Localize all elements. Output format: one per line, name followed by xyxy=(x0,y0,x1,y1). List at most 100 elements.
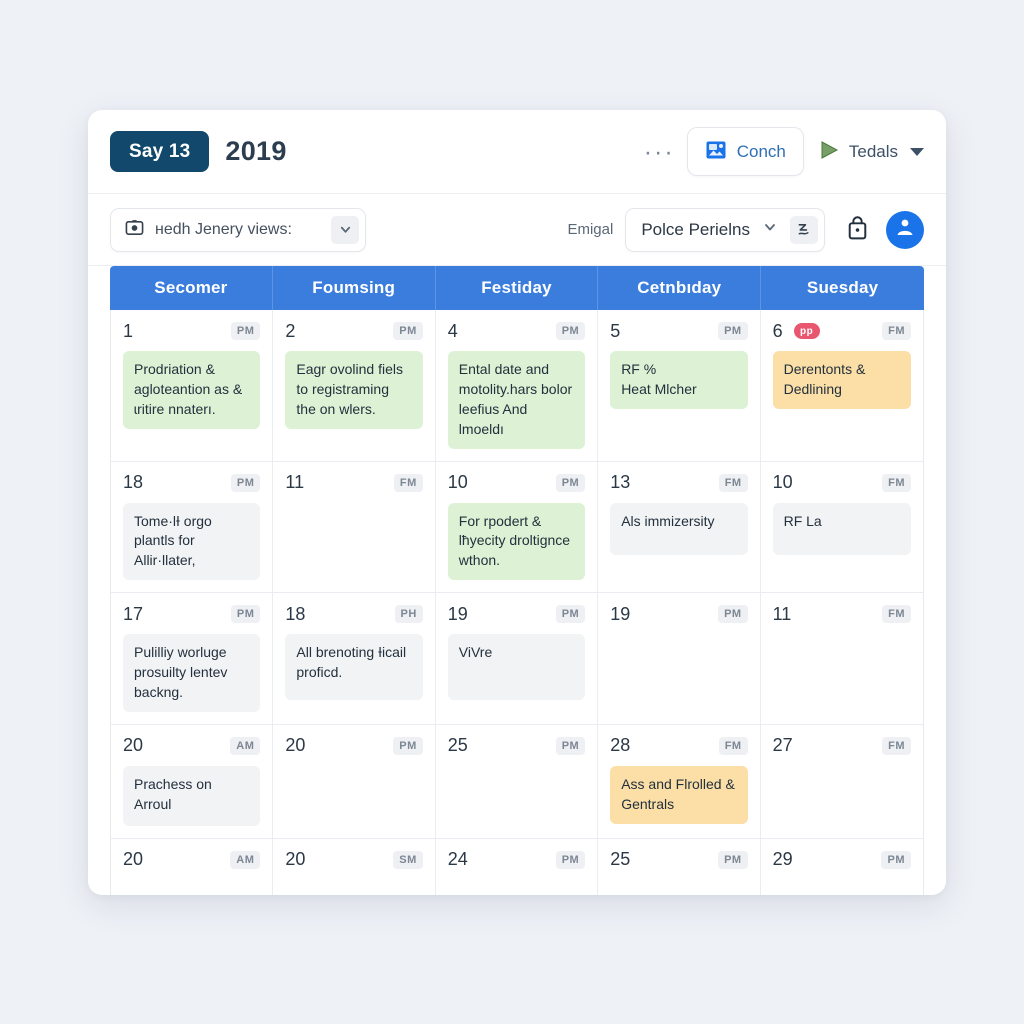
day-cell-header: 20 AM xyxy=(123,849,261,871)
event-chip[interactable]: Derentonts & Dedlining xyxy=(772,351,911,409)
event-chip[interactable]: Pulilliy worluge prosuilty lentev backng… xyxy=(123,634,261,712)
day-number: 2 xyxy=(285,320,296,341)
day-cell[interactable]: 5 PM RF % Heat Mlcher xyxy=(598,310,761,461)
day-cell[interactable]: 10 FM RF La xyxy=(760,461,923,593)
conch-button-label: Conch xyxy=(736,141,786,161)
more-options-icon[interactable]: ··· xyxy=(632,139,687,164)
day-number: 24 xyxy=(447,849,468,870)
event-chip[interactable]: Als immizersity xyxy=(610,502,748,555)
day-cell[interactable]: 1 PM Prodriation & agloteantion as & ɩri… xyxy=(111,310,274,461)
column-header-4[interactable]: Suesday xyxy=(761,266,924,310)
day-cell[interactable]: 19 PM ViVre xyxy=(435,593,599,724)
ampm-badge: PM xyxy=(230,473,261,492)
year-label: 2019 xyxy=(225,136,287,166)
image-card-icon xyxy=(705,139,727,164)
day-number: 20 xyxy=(123,735,144,756)
day-cell[interactable]: 10 PM For rpodert & lħyecity droltignce … xyxy=(435,461,599,593)
ampm-badge: PM xyxy=(555,736,586,755)
day-cell-header: 25 PM xyxy=(448,735,586,757)
user-avatar[interactable] xyxy=(886,210,924,249)
day-cell[interactable]: 4 PM Ental date and motolity.hars bolor … xyxy=(435,310,599,461)
day-cell[interactable]: 19 PM xyxy=(598,593,761,724)
event-chip[interactable]: Ass and Flrolled & Gentrals xyxy=(610,765,748,824)
day-number: 17 xyxy=(123,603,144,624)
ampm-badge: FM xyxy=(882,736,911,755)
day-number: 10 xyxy=(772,472,793,492)
day-number: 19 xyxy=(610,603,631,624)
ampm-badge: FM xyxy=(882,322,911,340)
day-number: 19 xyxy=(447,603,468,624)
calendar-app-card: Say 13 2019 ··· Conch Tedals нedh Jenery… xyxy=(88,110,946,895)
day-cell-header: 4 PM xyxy=(448,320,586,342)
day-cell[interactable]: 11 FM xyxy=(273,461,436,593)
day-cell[interactable]: 18 PM Tome·lƗ orgo plantls for Allir·lla… xyxy=(111,461,274,593)
event-chip[interactable]: Ental date and motolity.hars bolor leefi… xyxy=(447,351,586,449)
column-header-0[interactable]: Secomer xyxy=(110,266,273,310)
event-chip[interactable]: ViVre xyxy=(447,634,586,701)
calendar-header-row: Secomer Foumsing Festiday Cetnbıday Sues… xyxy=(110,266,924,310)
toolbar-primary: Say 13 2019 ··· Conch Tedals xyxy=(88,110,946,194)
notification-badge: рр xyxy=(793,323,820,339)
event-chip[interactable]: For rpodert & lħyecity droltignce wthon. xyxy=(447,502,586,581)
calendar-body: 1 PM Prodriation & agloteantion as & ɩri… xyxy=(110,310,924,895)
views-select[interactable]: нedh Jenery views: xyxy=(110,207,366,252)
column-header-2[interactable]: Festiday xyxy=(436,266,599,310)
day-cell[interactable]: 11 FM xyxy=(760,593,923,724)
ampm-badge: AM xyxy=(230,736,261,755)
column-header-1[interactable]: Foumsing xyxy=(273,266,436,310)
day-cell[interactable]: 6 рр FM Derentonts & Dedlining xyxy=(760,310,923,461)
day-cell[interactable]: 25 PM xyxy=(598,838,761,895)
event-chip[interactable]: Prachess on Arroul xyxy=(123,765,261,826)
day-cell[interactable]: 20 AM Prachess on Arroul xyxy=(111,724,274,838)
ampm-badge: PM xyxy=(230,605,261,624)
event-chip[interactable]: Eagr ovolind fiels to registraming the o… xyxy=(285,351,423,429)
day-cell[interactable]: 18 PH All brenoting Ɨicail proficd. xyxy=(273,593,436,724)
day-cell[interactable]: 13 FM Als immizersity xyxy=(598,461,761,593)
emigal-label: Emigal xyxy=(567,221,614,238)
calendar-grid-wrapper: Secomer Foumsing Festiday Cetnbıday Sues… xyxy=(88,266,946,895)
day-cell[interactable]: 28 FM Ass and Flrolled & Gentrals xyxy=(598,724,761,838)
day-cell[interactable]: 27 FM xyxy=(760,724,923,838)
event-chip[interactable]: RF La xyxy=(772,502,911,555)
play-triangle-icon xyxy=(818,139,840,164)
tedals-button[interactable]: Tedals xyxy=(818,139,924,164)
lock-bag-button[interactable] xyxy=(845,215,870,245)
day-cell-header: 28 FM xyxy=(610,735,748,757)
calendar-week-row: 20 AM Prachess on Arroul 20 PM 25 PM 28 … xyxy=(111,724,923,839)
chevron-down-icon xyxy=(910,147,924,156)
day-cell-header: 29 PM xyxy=(773,849,911,871)
day-cell-header: 19 PM xyxy=(447,603,586,625)
day-cell[interactable]: 2 PM Eagr ovolind fiels to registraming … xyxy=(273,310,436,461)
police-perielns-select[interactable]: Polce Perielns xyxy=(625,207,825,252)
ampm-badge: PM xyxy=(555,605,586,624)
conch-button[interactable]: Conch xyxy=(686,127,804,176)
day-cell-header: 17 PM xyxy=(123,603,261,625)
ampm-badge: FM xyxy=(718,736,748,755)
day-number: 28 xyxy=(610,735,631,756)
ampm-badge: PH xyxy=(394,605,423,624)
day-number: 18 xyxy=(123,472,144,492)
day-cell[interactable]: 20 AM xyxy=(111,838,274,895)
signature-icon[interactable] xyxy=(790,215,818,244)
day-cell[interactable]: 25 PM xyxy=(435,724,599,838)
day-cell[interactable]: 24 PM xyxy=(435,838,599,895)
day-cell-header: 27 FM xyxy=(773,735,911,757)
user-avatar-icon xyxy=(893,215,917,244)
day-cell[interactable]: 20 PM xyxy=(273,724,436,838)
event-chip[interactable]: Prodriation & agloteantion as & ɩritire … xyxy=(123,351,261,429)
toolbar-secondary: нedh Jenery views: Emigal Polce Perielns xyxy=(88,194,946,266)
event-chip[interactable]: Tome·lƗ orgo plantls for Allir·llater, xyxy=(123,502,261,581)
current-date-button[interactable]: Say 13 xyxy=(110,131,210,172)
ampm-badge: PM xyxy=(393,736,423,755)
column-header-3[interactable]: Cetnbıday xyxy=(598,266,762,310)
day-cell[interactable]: 29 PM xyxy=(760,838,923,895)
chevron-down-icon[interactable] xyxy=(763,220,777,239)
ampm-badge: PM xyxy=(230,322,261,340)
day-cell[interactable]: 20 SM xyxy=(273,838,436,895)
event-chip[interactable]: RF % Heat Mlcher xyxy=(610,351,748,409)
event-chip[interactable]: All brenoting Ɨicail proficd. xyxy=(285,634,423,701)
day-cell[interactable]: 17 PM Pulilliy worluge prosuilty lentev … xyxy=(111,593,274,724)
chevron-down-icon[interactable] xyxy=(331,215,359,244)
day-cell-header: 20 SM xyxy=(285,849,423,871)
day-cell-header: 20 AM xyxy=(123,735,261,757)
